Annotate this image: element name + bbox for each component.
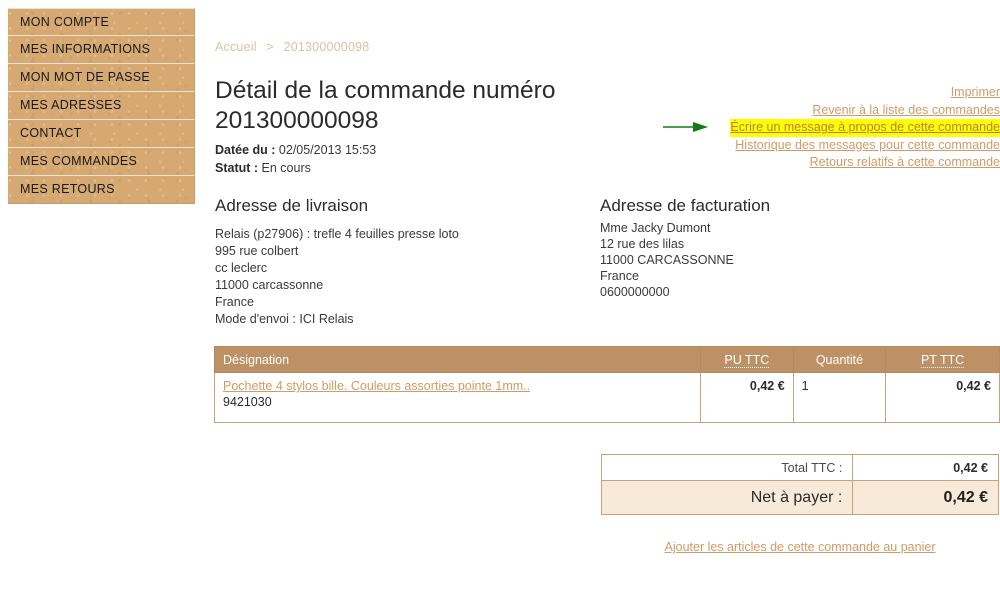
action-row-retours: Retours relatifs à cette commande (600, 154, 1000, 172)
order-items-table: Désignation PU TTC Quantité PT TTC Poche… (213, 346, 1000, 423)
net-to-pay-value: 0,42 € (852, 480, 999, 515)
billing-address-block: Adresse de facturation Mme Jacky Dumont … (600, 196, 980, 300)
order-detail-main: Accueil > 201300000098 Détail de la comm… (213, 0, 1000, 600)
billing-address-line: 12 rue des lilas (600, 237, 685, 251)
column-label: Quantité (815, 352, 864, 367)
order-returns-link[interactable]: Retours relatifs à cette commande (810, 154, 1000, 172)
product-link[interactable]: Pochette 4 stylos bille. Couleurs assort… (223, 379, 692, 393)
sidebar-item-label: MES ADRESSES (20, 98, 122, 112)
billing-address-line: Mme Jacky Dumont (600, 221, 711, 235)
total-ttc-label: Total TTC : (600, 454, 854, 481)
order-date-row: Datée du : 02/05/2013 15:53 (215, 141, 376, 159)
column-header-total-price: PT TTC (885, 346, 1000, 373)
sidebar-item-label: MES RETOURS (20, 182, 115, 196)
sidebar-item-mes-adresses[interactable]: MES ADRESSES (8, 92, 195, 120)
sidebar-item-mes-retours[interactable]: MES RETOURS (8, 176, 195, 204)
sidebar-item-label: MES INFORMATIONS (20, 42, 151, 56)
page-title: Détail de la commande numéro 20130000009… (215, 77, 556, 134)
order-status-value: En cours (261, 161, 311, 175)
annotation-arrow-icon (663, 122, 708, 132)
totals-row-net-a-payer: Net à payer : 0,42 € (600, 480, 999, 515)
breadcrumb-current: 201300000098 (283, 40, 370, 54)
sidebar-item-label: MES COMMANDES (20, 154, 138, 168)
order-status-row: Statut : En cours (215, 159, 376, 177)
order-meta: Datée du : 02/05/2013 15:53 Statut : En … (215, 141, 376, 177)
back-to-orders-link[interactable]: Revenir à la liste des commandes (812, 102, 1000, 120)
add-order-items-to-cart-link[interactable]: Ajouter les articles de cette commande a… (665, 540, 936, 554)
write-message-link[interactable]: Écrire un message à propos de cette comm… (730, 119, 1000, 137)
column-label: Désignation (223, 352, 290, 367)
cell-total-price: 0,42 € (885, 372, 1000, 423)
sidebar-item-mes-informations[interactable]: MES INFORMATIONS (8, 36, 195, 64)
breadcrumb: Accueil > 201300000098 (215, 40, 369, 54)
cell-quantity: 1 (792, 372, 887, 423)
column-header-designation: Désignation (213, 346, 702, 373)
shipping-address-line: Relais (p27906) : trefle 4 feuilles pres… (215, 227, 459, 241)
action-row-ecrire-message: Écrire un message à propos de cette comm… (600, 119, 1000, 137)
shipping-address-heading: Adresse de livraison (215, 196, 369, 215)
sidebar-item-mon-compte[interactable]: MON COMPTE (8, 8, 195, 36)
totals-row-total-ttc: Total TTC : 0,42 € (600, 454, 999, 481)
column-header-unit-price: PU TTC (700, 346, 794, 373)
net-to-pay-label: Net à payer : (600, 480, 854, 515)
breadcrumb-separator: > (266, 40, 274, 54)
cell-unit-price: 0,42 € (700, 372, 794, 423)
breadcrumb-home-link[interactable]: Accueil (215, 40, 257, 54)
print-link[interactable]: Imprimer (951, 84, 1000, 102)
product-sku: 9421030 (223, 395, 272, 409)
column-header-quantity: Quantité (792, 346, 887, 373)
order-date-label: Datée du : (215, 143, 276, 157)
billing-address-heading: Adresse de facturation (600, 196, 771, 215)
sidebar-item-label: MON MOT DE PASSE (20, 70, 151, 84)
table-header-row: Désignation PU TTC Quantité PT TTC (213, 346, 1000, 373)
action-row-retour-liste: Revenir à la liste des commandes (600, 102, 1000, 120)
quantity-value: 1 (801, 379, 809, 393)
order-status-label: Statut : (215, 161, 259, 175)
unit-price-value: 0,42 € (749, 379, 785, 393)
shipping-address-line: 11000 carcassonne (215, 278, 324, 292)
action-row-historique-messages: Historique des messages pour cette comma… (600, 137, 1000, 155)
table-row: Pochette 4 stylos bille. Couleurs assort… (213, 372, 1000, 423)
column-label: PU TTC (724, 352, 770, 368)
column-label: PT TTC (920, 352, 965, 368)
sidebar-item-mon-mot-de-passe[interactable]: MON MOT DE PASSE (8, 64, 195, 92)
sidebar-item-mes-commandes[interactable]: MES COMMANDES (8, 148, 195, 176)
add-to-cart-container: Ajouter les articles de cette commande a… (601, 540, 999, 554)
order-actions: Imprimer Revenir à la liste des commande… (600, 84, 1000, 172)
order-date-value: 02/05/2013 15:53 (278, 143, 377, 157)
sidebar-item-label: MON COMPTE (20, 15, 110, 29)
sidebar-item-label: CONTACT (20, 126, 82, 140)
billing-address-line: 11000 CARCASSONNE (600, 253, 734, 267)
message-history-link[interactable]: Historique des messages pour cette comma… (735, 137, 1000, 155)
cell-designation: Pochette 4 stylos bille. Couleurs assort… (213, 372, 702, 423)
total-price-value: 0,42 € (956, 379, 991, 393)
billing-address-line: France (600, 269, 639, 283)
shipping-address-line: France (215, 295, 254, 309)
shipping-address-line: cc leclerc (215, 261, 268, 275)
total-ttc-value: 0,42 € (852, 454, 999, 481)
account-sidebar: MON COMPTE MES INFORMATIONS MON MOT DE P… (8, 8, 195, 204)
shipping-method-line: Mode d'envoi : ICI Relais (215, 312, 354, 326)
shipping-address-block: Adresse de livraison Relais (p27906) : t… (215, 196, 585, 328)
billing-phone-line: 0600000000 (600, 285, 670, 299)
sidebar-item-contact[interactable]: CONTACT (8, 120, 195, 148)
order-totals-table: Total TTC : 0,42 € Net à payer : 0,42 € (600, 454, 999, 515)
action-row-imprimer: Imprimer (600, 84, 1000, 102)
shipping-address-line: 995 rue colbert (215, 244, 299, 258)
